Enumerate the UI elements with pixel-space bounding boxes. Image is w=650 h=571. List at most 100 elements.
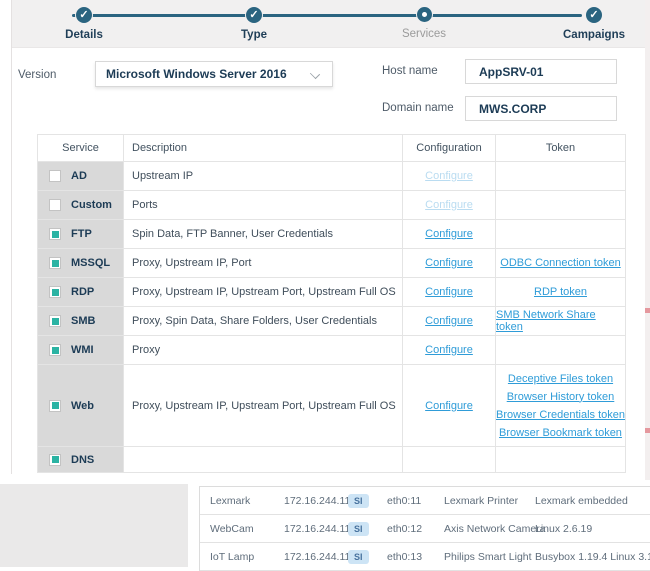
service-description: Upstream IP xyxy=(124,162,403,191)
services-table-body: AD Upstream IP Configure Custom Ports Configu… xyxy=(38,162,626,473)
checkbox-checked-mark xyxy=(51,317,59,325)
header-description: Description xyxy=(124,135,403,162)
service-name: AD xyxy=(71,170,87,182)
service-description: Spin Data, FTP Banner, User Credentials xyxy=(124,220,403,249)
configure-link[interactable]: Configure xyxy=(425,257,473,269)
header-token: Token xyxy=(496,135,626,162)
device-interface: eth0:13 xyxy=(387,550,423,563)
version-label: Version xyxy=(18,69,57,81)
service-description xyxy=(124,447,403,473)
service-name: RDP xyxy=(71,286,95,298)
step-type[interactable]: ✓ Type xyxy=(194,7,314,41)
device-ip: 172.16.244.111 xyxy=(284,494,356,507)
device-row[interactable]: Lexmark 172.16.244.111 SI eth0:11 Lexmark Pr… xyxy=(200,487,650,515)
token-link[interactable]: RDP token xyxy=(534,286,587,298)
configuration-cell: Configure xyxy=(403,307,496,336)
token-link[interactable]: SMB Network Share token xyxy=(496,309,625,333)
service-checkbox[interactable] xyxy=(49,257,61,269)
host-name-label: Host name xyxy=(382,65,438,77)
configuration-cell: Configure xyxy=(403,249,496,278)
token-cell xyxy=(496,447,626,473)
token-cell xyxy=(496,162,626,191)
device-os: Lexmark embedded xyxy=(535,494,628,507)
service-cell: Custom xyxy=(38,191,124,220)
service-row-ftp: FTP Spin Data, FTP Banner, User Credentia… xyxy=(38,220,626,249)
step-details[interactable]: ✓ Details xyxy=(24,7,144,41)
si-badge: SI xyxy=(348,549,369,564)
service-checkbox[interactable] xyxy=(49,199,61,211)
step-services[interactable]: Services xyxy=(364,7,484,40)
device-os: Linux 2.6.19 xyxy=(535,522,593,535)
si-badge: SI xyxy=(348,493,369,508)
service-cell: FTP xyxy=(38,220,124,249)
wizard-stepper: ✓ Details ✓ Type Services ✓ Campaigns xyxy=(12,0,650,48)
device-interface: eth0:11 xyxy=(387,494,422,507)
service-checkbox[interactable] xyxy=(49,286,61,298)
service-row-smb: SMB Proxy, Spin Data, Share Folders, User… xyxy=(38,307,626,336)
domain-name-input[interactable] xyxy=(465,96,617,121)
service-description: Proxy, Upstream IP, Upstream Port, Upstr… xyxy=(124,365,403,447)
step-current-dot-icon xyxy=(416,7,432,22)
service-cell: DNS xyxy=(38,447,124,473)
token-link[interactable]: Deceptive Files token xyxy=(508,373,613,385)
service-name: MSSQL xyxy=(71,257,111,269)
step-campaigns[interactable]: ✓ Campaigns xyxy=(534,7,650,41)
scrollbar[interactable] xyxy=(645,0,650,480)
service-name: Custom xyxy=(71,199,112,211)
service-checkbox[interactable] xyxy=(49,453,61,466)
host-name-input[interactable] xyxy=(465,59,617,84)
service-cell: WMI xyxy=(38,336,124,365)
device-name: WebCam xyxy=(210,522,254,535)
configure-link[interactable]: Configure xyxy=(425,344,473,356)
service-checkbox[interactable] xyxy=(49,399,61,412)
service-name: FTP xyxy=(71,228,92,240)
device-type: Axis Network Camera xyxy=(444,522,546,535)
step-completed-check-icon: ✓ xyxy=(246,7,262,23)
step-label: Type xyxy=(241,29,267,41)
chevron-down-icon xyxy=(310,69,320,79)
token-cell xyxy=(496,191,626,220)
services-table: Service Description Configuration Token … xyxy=(37,134,626,473)
token-cell: ODBC Connection token xyxy=(496,249,626,278)
service-checkbox[interactable] xyxy=(49,228,61,240)
checkbox-checked-mark xyxy=(51,230,59,238)
services-table-header: Service Description Configuration Token xyxy=(38,135,626,162)
service-checkbox[interactable] xyxy=(49,344,61,356)
token-link[interactable]: Browser History token xyxy=(507,391,615,403)
service-row-web: Web Proxy, Upstream IP, Upstream Port, Up… xyxy=(38,365,626,447)
token-cell: SMB Network Share token xyxy=(496,307,626,336)
configure-link[interactable]: Configure xyxy=(425,286,473,298)
service-checkbox[interactable] xyxy=(49,170,61,182)
checkbox-checked-mark xyxy=(51,402,59,409)
service-name: WMI xyxy=(71,344,94,356)
configure-link: Configure xyxy=(425,170,473,182)
token-cell xyxy=(496,336,626,365)
device-name: IoT Lamp xyxy=(210,550,255,563)
configuration-cell: Configure xyxy=(403,220,496,249)
version-dropdown[interactable]: Microsoft Windows Server 2016 xyxy=(95,61,333,87)
device-row[interactable]: WebCam 172.16.244.112 SI eth0:12 Axis Networ… xyxy=(200,515,650,543)
service-row-dns: DNS xyxy=(38,447,626,473)
token-cell: Deceptive Files token Browser History tok… xyxy=(496,365,626,447)
service-cell: Web xyxy=(38,365,124,447)
configure-link[interactable]: Configure xyxy=(425,400,473,412)
device-type: Philips Smart Light xyxy=(444,550,532,563)
configure-link[interactable]: Configure xyxy=(425,315,473,327)
checkbox-checked-mark xyxy=(51,259,59,267)
token-link[interactable]: Browser Credentials token xyxy=(496,409,625,421)
token-link[interactable]: Browser Bookmark token xyxy=(499,427,622,439)
device-ip: 172.16.244.112 xyxy=(284,522,357,535)
service-checkbox[interactable] xyxy=(49,315,61,327)
stepper-connector-line xyxy=(72,14,582,17)
device-interface: eth0:12 xyxy=(387,522,423,535)
service-description: Proxy, Upstream IP, Upstream Port, Upstr… xyxy=(124,278,403,307)
scrollbar-mark xyxy=(645,308,650,313)
service-name: Web xyxy=(71,399,95,412)
configure-link[interactable]: Configure xyxy=(425,228,473,240)
device-ip: 172.16.244.113 xyxy=(284,550,357,563)
configure-link: Configure xyxy=(425,199,473,211)
configuration-cell: Configure xyxy=(403,162,496,191)
service-description: Ports xyxy=(124,191,403,220)
service-row-rdp: RDP Proxy, Upstream IP, Upstream Port, Up… xyxy=(38,278,626,307)
token-link[interactable]: ODBC Connection token xyxy=(500,257,620,269)
